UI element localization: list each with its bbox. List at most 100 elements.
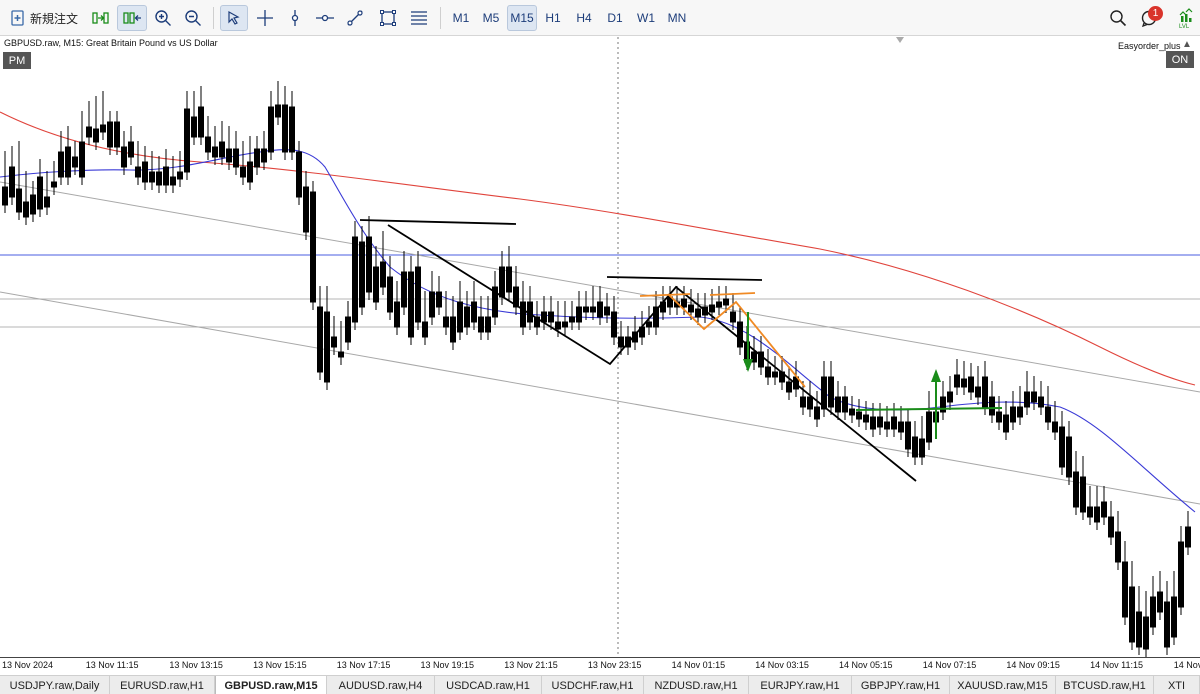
candle-body	[93, 128, 99, 143]
timeframe-w1[interactable]: W1	[631, 5, 661, 31]
chart-tab[interactable]: EURJPY.raw,H1	[749, 676, 852, 694]
rectangle-button[interactable]	[375, 5, 401, 31]
chart-tab[interactable]: USDCAD.raw,H1	[435, 676, 542, 694]
candle-body	[849, 408, 855, 416]
chart-tab[interactable]: GBPJPY.raw,H1	[852, 676, 950, 694]
chart-tab[interactable]: XTI	[1154, 676, 1200, 694]
candle-body	[100, 124, 106, 133]
candle-body	[317, 306, 323, 373]
candle-body	[191, 116, 197, 138]
chart-tab[interactable]: XAUUSD.raw,M15	[950, 676, 1056, 694]
timeframe-h4[interactable]: H4	[569, 5, 599, 31]
candle-body	[289, 106, 295, 153]
new-order-label: 新規注文	[29, 11, 78, 26]
candle-body	[1115, 531, 1121, 563]
chart-tab[interactable]: GBPUSD.raw,M15	[215, 676, 327, 694]
one-click-trading-button[interactable]	[117, 5, 147, 31]
chart-tab[interactable]: EURUSD.raw,H1	[110, 676, 215, 694]
chart-tab[interactable]: USDJPY.raw,Daily	[0, 676, 110, 694]
ea-status-badge[interactable]: ON	[1166, 51, 1194, 68]
candle-body	[1136, 611, 1142, 648]
timeframe-d1[interactable]: D1	[600, 5, 630, 31]
timeframe-m1[interactable]: M1	[446, 5, 476, 31]
candle-body	[163, 166, 169, 186]
candle-body	[912, 436, 918, 458]
candle-body	[464, 306, 470, 328]
candle-body	[1038, 396, 1044, 408]
fibonacci-button[interactable]	[406, 5, 432, 31]
candle-body	[219, 141, 225, 158]
algo-trading-button[interactable]	[88, 5, 114, 31]
candle-body	[842, 396, 848, 413]
candle-body	[737, 321, 743, 348]
candle-body	[695, 308, 701, 318]
crosshair-button[interactable]	[252, 5, 278, 31]
chart-tab[interactable]: USDCHF.raw,H1	[542, 676, 644, 694]
candle-body	[261, 148, 267, 163]
price-chart[interactable]: GBPUSD.raw, M15: Great Britain Pound vs …	[0, 37, 1200, 657]
trend-line-button[interactable]	[342, 5, 368, 31]
time-tick-label: 13 Nov 19:15	[420, 660, 475, 670]
pattern-neckline	[639, 293, 691, 297]
candle-body	[471, 301, 477, 323]
candle-body	[408, 271, 414, 338]
shift-marker-icon	[896, 37, 904, 43]
candle-body	[310, 191, 316, 303]
candle-body	[982, 376, 988, 408]
candle-body	[2, 186, 8, 206]
timeframe-h1[interactable]: H1	[538, 5, 568, 31]
candle-body	[457, 301, 463, 333]
zoom-out-button[interactable]	[180, 5, 206, 31]
horizontal-line-button[interactable]	[312, 5, 338, 31]
chart-title: GBPUSD.raw, M15: Great Britain Pound vs …	[4, 38, 218, 48]
one-click-trading-icon	[123, 12, 141, 24]
candle-body	[128, 141, 134, 158]
vertical-line-icon	[291, 10, 299, 26]
candle-body	[37, 176, 43, 210]
cursor-button[interactable]	[220, 5, 248, 31]
timeframe-m15[interactable]: M15	[507, 5, 537, 31]
fibonacci-icon	[411, 11, 427, 25]
candle-body	[1017, 406, 1023, 418]
candle-body	[380, 261, 386, 288]
candle-body	[51, 181, 57, 188]
candle-body	[156, 171, 162, 186]
candle-body	[1080, 476, 1086, 513]
time-axis: 13 Nov 2024 13 Nov 11:15 13 Nov 13:15 13 No…	[0, 657, 1200, 674]
candle-body	[611, 311, 617, 338]
candle-body	[478, 316, 484, 333]
algo-trading-icon	[92, 12, 109, 24]
time-tick-label: 14 Nov 07:15	[922, 660, 977, 670]
candle-body	[450, 316, 456, 343]
chart-tab[interactable]: BTCUSD.raw,H1	[1056, 676, 1154, 694]
timeframe-mn[interactable]: MN	[662, 5, 692, 31]
candle-body	[1059, 426, 1065, 468]
candle-body	[989, 396, 995, 416]
chart-tab[interactable]: NZDUSD.raw,H1	[644, 676, 749, 694]
candle-body	[149, 171, 155, 183]
search-icon	[1110, 10, 1127, 27]
candle-body	[541, 311, 547, 323]
candle-body	[296, 151, 302, 198]
signals-button[interactable]: LVL	[1174, 5, 1198, 31]
cursor-icon	[228, 10, 240, 25]
timeframe-m5[interactable]: M5	[476, 5, 506, 31]
time-tick-label: 14 Nov 03:15	[755, 660, 809, 670]
candle-body	[30, 194, 36, 215]
search-button[interactable]	[1105, 5, 1131, 31]
candle-body	[422, 321, 428, 338]
candle-body	[135, 166, 141, 178]
candle-body	[268, 106, 274, 153]
session-badge: PM	[3, 52, 31, 69]
candle-body	[1087, 506, 1093, 518]
candle-body	[730, 311, 736, 323]
candle-body	[415, 266, 421, 323]
time-tick-label: 14 Nov 09:15	[1006, 660, 1060, 670]
new-order-button[interactable]: 新規注文	[6, 5, 82, 31]
vertical-line-button[interactable]	[282, 5, 308, 31]
zoom-in-button[interactable]	[150, 5, 176, 31]
rectangle-icon	[380, 10, 396, 26]
candle-body	[142, 161, 148, 183]
chart-canvas[interactable]	[0, 37, 1200, 657]
chart-tab[interactable]: AUDUSD.raw,H4	[327, 676, 435, 694]
